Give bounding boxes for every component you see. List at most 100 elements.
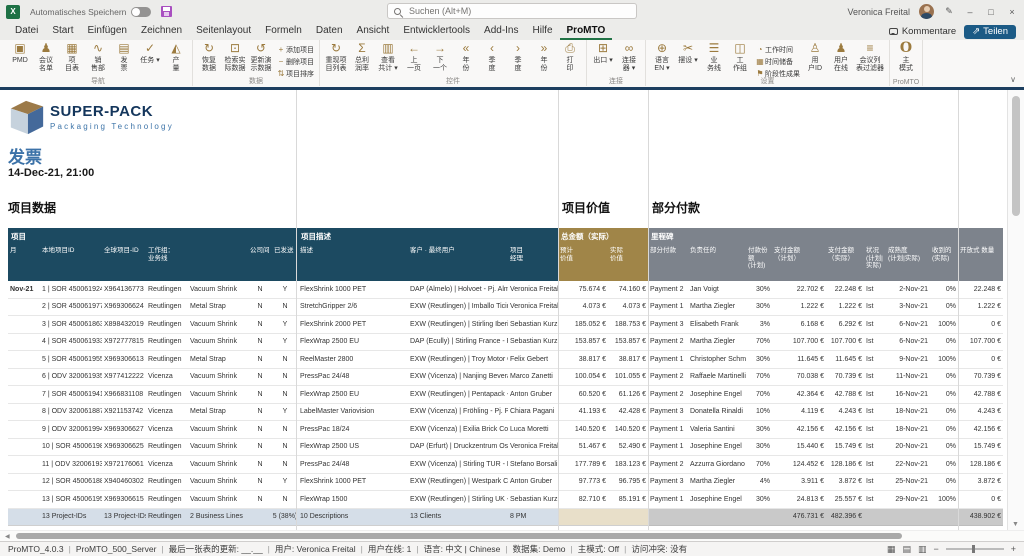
table-cell[interactable]: 1.222 € — [772, 299, 826, 317]
table-cell[interactable]: StretchGripper 2/6 — [298, 299, 408, 317]
table-cell[interactable]: Ist — [864, 474, 886, 492]
table-cell[interactable]: 24.813 € — [772, 491, 826, 509]
table-cell[interactable]: 11-Nov-21 — [886, 369, 930, 387]
table-cell[interactable]: Y — [272, 281, 298, 299]
tab-hilfe[interactable]: Hilfe — [526, 23, 560, 40]
table-cell[interactable]: Veronica Freital — [508, 299, 558, 317]
ribbon-business-line-button[interactable]: ☰业 务线 — [701, 41, 727, 72]
table-cell[interactable]: Payment 1 — [648, 299, 688, 317]
table-cell[interactable]: X969306627 — [102, 421, 146, 439]
ribbon-restore-data-button[interactable]: ↻恢复 数据 — [196, 41, 222, 72]
table-cell[interactable]: Y — [272, 334, 298, 352]
table-cell[interactable]: PressPac 24/48 — [298, 369, 408, 387]
table-cell[interactable]: FlexShrink 1000 PET — [298, 474, 408, 492]
table-cell[interactable]: 52.490 € — [608, 439, 648, 457]
avatar[interactable] — [919, 4, 934, 19]
table-cell[interactable]: X972176061 — [102, 456, 146, 474]
horizontal-scrollbar-thumb[interactable] — [16, 533, 902, 539]
table-cell[interactable]: N — [248, 456, 272, 474]
table-cell[interactable]: Payment 2 — [648, 334, 688, 352]
table-cell[interactable]: 25.557 € — [826, 491, 864, 509]
table-cell[interactable]: Vacuum Shrink — [188, 421, 248, 439]
table-cell[interactable] — [8, 316, 40, 334]
total-cell[interactable] — [248, 509, 272, 526]
ribbon-tasks-button[interactable]: ✓任务 ▾ — [137, 41, 163, 65]
total-cell[interactable]: 13 Clients — [408, 509, 508, 526]
table-cell[interactable]: 0% — [930, 281, 958, 299]
table-cell[interactable]: 0% — [930, 404, 958, 422]
table-cell[interactable]: 3-Nov-21 — [886, 299, 930, 317]
ribbon-output-button[interactable]: ◭产 量 — [163, 41, 189, 72]
ribbon-arrangement-button[interactable]: ✂摆设 ▾ — [675, 41, 701, 65]
total-cell[interactable] — [558, 509, 608, 526]
minimize-button[interactable]: – — [964, 7, 976, 17]
table-cell[interactable]: 30% — [746, 439, 772, 457]
table-cell[interactable]: Stefano Borsalini — [508, 456, 558, 474]
excel-app-icon[interactable]: X — [6, 5, 20, 19]
table-cell[interactable]: Payment 1 — [648, 421, 688, 439]
table-cell[interactable]: Reutlingen — [146, 299, 188, 317]
table-cell[interactable]: Vacuum Shrink — [188, 316, 248, 334]
table-cell[interactable]: Azzurra Giordano — [688, 456, 746, 474]
zoom-slider[interactable] — [946, 548, 1004, 550]
ribbon-pmd-button[interactable]: ▣PMD — [7, 41, 33, 65]
table-cell[interactable]: X898432019 — [102, 316, 146, 334]
table-cell[interactable]: 188.753 € — [608, 316, 648, 334]
table-cell[interactable]: Chiara Pagani — [508, 404, 558, 422]
table-cell[interactable]: 0 € — [958, 491, 1003, 509]
table-cell[interactable]: 42.156 € — [826, 421, 864, 439]
ribbon-time-reserve-button[interactable]: ▦时间储备 — [755, 56, 800, 67]
table-cell[interactable]: N — [248, 421, 272, 439]
ribbon-quarter-back-button[interactable]: ‹季 度 — [479, 41, 505, 72]
ribbon-add-project-button[interactable]: +添加项目 — [276, 44, 314, 55]
table-cell[interactable]: 61.126 € — [608, 386, 648, 404]
ribbon-year-back-button[interactable]: «年 份 — [453, 41, 479, 72]
total-cell[interactable]: 482.396 € — [826, 509, 864, 526]
table-cell[interactable]: Anton Gruber — [508, 386, 558, 404]
table-cell[interactable]: 22.248 € — [826, 281, 864, 299]
total-cell[interactable]: 5 (38%) — [272, 509, 298, 526]
tab-daten[interactable]: Daten — [309, 23, 350, 40]
table-cell[interactable]: EXW (Reutlingen) | Westpark Corrugated - — [408, 474, 508, 492]
table-cell[interactable]: 96.795 € — [608, 474, 648, 492]
table-cell[interactable]: N — [248, 386, 272, 404]
ribbon-rebuild-project-list-button[interactable]: ↻重现项 目列表 — [323, 41, 349, 72]
maximize-button[interactable]: □ — [985, 7, 997, 17]
table-cell[interactable]: 0% — [930, 474, 958, 492]
table-cell[interactable] — [8, 439, 40, 457]
table-cell[interactable]: 30% — [746, 351, 772, 369]
table-cell[interactable]: Elisabeth Frank — [688, 316, 746, 334]
page-layout-view-icon[interactable]: ▤ — [902, 544, 911, 555]
table-cell[interactable]: Vicenza — [146, 369, 188, 387]
table-cell[interactable]: N — [248, 369, 272, 387]
table-cell[interactable]: 100% — [930, 491, 958, 509]
table-cell[interactable] — [8, 491, 40, 509]
table-cell[interactable]: 70% — [746, 386, 772, 404]
table-cell[interactable]: 30% — [746, 299, 772, 317]
table-cell[interactable]: Vacuum Shrink — [188, 491, 248, 509]
zoom-in-button[interactable]: + — [1011, 544, 1016, 554]
table-cell[interactable] — [8, 421, 40, 439]
table-cell[interactable]: 11.645 € — [772, 351, 826, 369]
scroll-left-icon[interactable]: ◀ — [5, 533, 10, 540]
collapse-ribbon-icon[interactable]: ∨ — [1010, 75, 1016, 84]
table-cell[interactable] — [8, 474, 40, 492]
table-cell[interactable]: 124.452 € — [772, 456, 826, 474]
table-cell[interactable]: Ist — [864, 351, 886, 369]
table-cell[interactable]: FlexWrap 2500 EU — [298, 386, 408, 404]
table-cell[interactable]: 101.055 € — [608, 369, 648, 387]
vertical-scrollbar-thumb[interactable] — [1012, 96, 1020, 216]
ribbon-quarter-forward-button[interactable]: ›季 度 — [505, 41, 531, 72]
table-cell[interactable]: Y — [272, 316, 298, 334]
ribbon-language-en-button[interactable]: ⊕语言 EN ▾ — [649, 41, 675, 72]
table-cell[interactable]: 140.520 € — [558, 421, 608, 439]
total-cell[interactable]: 10 Descriptions — [298, 509, 408, 526]
table-cell[interactable]: Marco Zanetti — [508, 369, 558, 387]
table-cell[interactable]: 0% — [930, 421, 958, 439]
table-cell[interactable]: 107.700 € — [958, 334, 1003, 352]
normal-view-icon[interactable]: ▦ — [887, 544, 896, 555]
table-cell[interactable]: N — [272, 299, 298, 317]
table-cell[interactable]: 4.243 € — [958, 404, 1003, 422]
table-cell[interactable]: 9-Nov-21 — [886, 351, 930, 369]
table-cell[interactable]: 0% — [930, 334, 958, 352]
